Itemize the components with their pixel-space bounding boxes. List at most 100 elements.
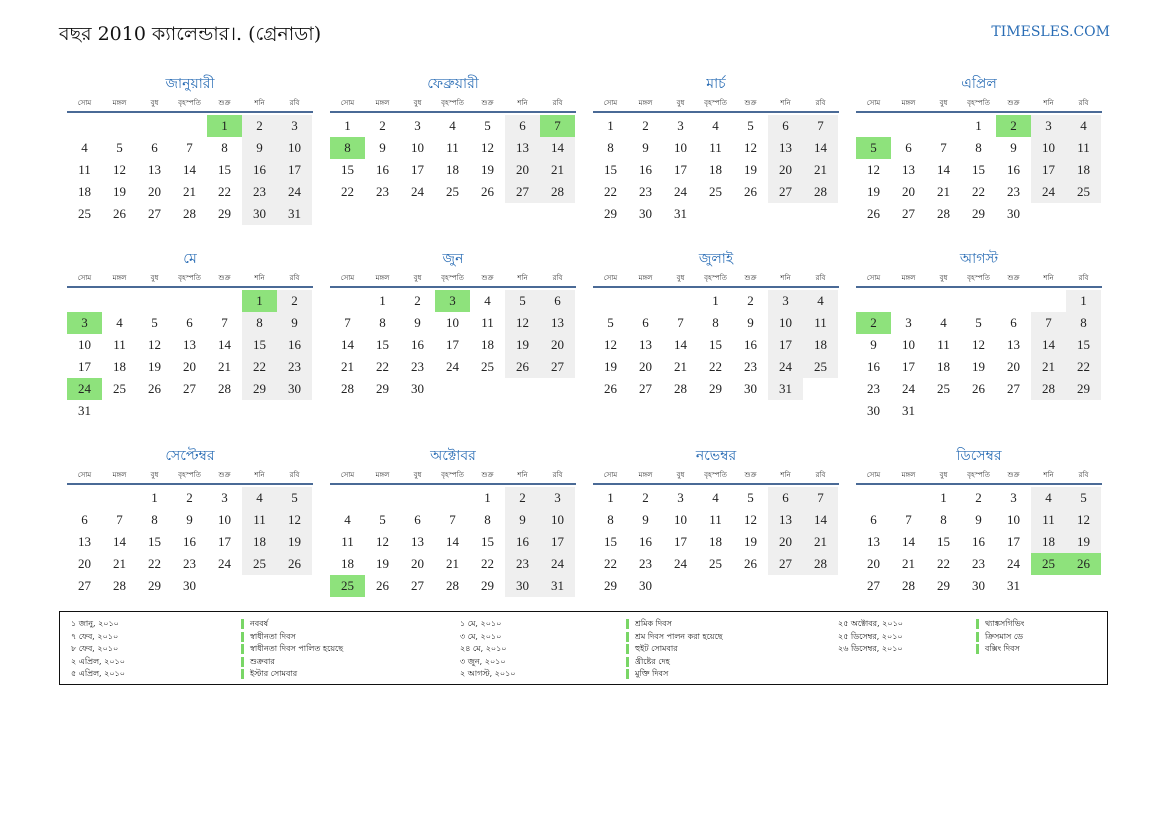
month-name: অক্টোবর: [430, 448, 476, 464]
day-cell: 31: [902, 403, 915, 418]
day-cell: 8: [1066, 312, 1101, 334]
weekday-label: বৃহস্পতি: [704, 471, 727, 479]
holiday-marker: [626, 669, 629, 679]
holiday-name: শুক্রবার: [250, 656, 275, 666]
weekday-label: শুক্র: [1007, 471, 1020, 479]
weekday-label: মঙ্গল: [112, 471, 127, 479]
day-cell: 31: [540, 575, 575, 597]
day-cell: 27: [1007, 381, 1020, 396]
day-cell: 6: [905, 140, 912, 155]
day-cell: 24: [218, 556, 231, 571]
weekday-label: মঙ্গল: [901, 99, 916, 107]
day-cell: 5: [116, 140, 123, 155]
day-cell: 26: [148, 381, 161, 396]
day-cell: 16: [242, 159, 277, 181]
day-cell: 14: [341, 337, 354, 352]
weekday-label: রবি: [552, 274, 563, 282]
day-cell: 29: [376, 381, 389, 396]
day-cell: 24: [540, 553, 575, 575]
month-name: সেপ্টেম্বর: [165, 448, 215, 464]
day-cell: 25: [937, 381, 950, 396]
holiday-marker: [626, 619, 629, 629]
day-cell: 21: [803, 159, 838, 181]
day-cell: 28: [341, 381, 354, 396]
holiday-name: মুক্তি দিবস: [635, 669, 669, 678]
day-cell: 24: [1007, 556, 1020, 571]
day-cell: 26: [744, 556, 757, 571]
day-cell: 17: [277, 159, 312, 181]
weekday-label: শনি: [780, 471, 791, 479]
page-title: বছর 2010 ক্যালেন্ডার।. (গ্রেনাডা): [59, 23, 322, 45]
day-cell: 7: [1031, 312, 1066, 334]
day-cell: 14: [1031, 334, 1066, 356]
empty-cell: [891, 115, 926, 137]
day-cell: 5: [747, 118, 754, 133]
holiday-name: ক্রিসমাস ডে: [985, 631, 1023, 641]
weekday-label: মঙ্গল: [375, 274, 390, 282]
day-cell: 18: [1031, 531, 1066, 553]
day-cell: 8: [151, 512, 158, 527]
day-cell: 22: [242, 356, 277, 378]
day-cell: 11: [242, 509, 277, 531]
weekday-header: সোম মঙ্গল বুধ বৃহস্পতি শুক্র শনি রবি: [67, 270, 313, 288]
empty-cell: [67, 290, 102, 312]
day-cell: 19: [867, 184, 880, 199]
site-link[interactable]: TIMESLES.COM: [991, 24, 1110, 40]
day-cell: 14: [446, 534, 459, 549]
weekday-label: বৃহস্পতি: [704, 274, 727, 282]
day-cell: 16: [505, 531, 540, 553]
day-cell: 12: [604, 337, 617, 352]
month-calendar: আগস্ট সোম মঙ্গল বুধ বৃহস্পতি শুক্র শনি রবি 1 2 3 4 5…: [856, 248, 1102, 445]
month-name: এপ্রিল: [961, 76, 997, 92]
day-cell: 16: [867, 359, 880, 374]
day-cell: 15: [148, 534, 161, 549]
day-cell: 20: [768, 531, 803, 553]
day-cell: 3: [1010, 490, 1017, 505]
day-cell: 30: [867, 403, 880, 418]
weekday-label: রবি: [289, 99, 300, 107]
day-cell: 30: [1007, 206, 1020, 221]
month-calendar: নভেম্বর সোম মঙ্গল বুধ বৃহস্পতি শুক্র শনি রবি 1 2 3…: [593, 445, 839, 605]
month-name: মে: [183, 251, 197, 267]
month-name: মার্চ: [706, 76, 726, 92]
empty-cell: [891, 487, 926, 509]
weekday-label: শনি: [254, 99, 265, 107]
weekday-label: সোম: [866, 274, 881, 282]
day-cell: 22: [937, 556, 950, 571]
day-cell: 20: [505, 159, 540, 181]
day-cell: 6: [540, 290, 575, 312]
day-cell: 17: [218, 534, 231, 549]
day-cell: 25: [803, 356, 838, 378]
holiday-date: ২৬ ডিসেম্বর, ২০১০: [838, 644, 903, 653]
day-cell: 19: [744, 534, 757, 549]
days-grid: 1 2 3 4 5 6 7 8 9 10 11 12 13 14 15 16 17 18 19 20 21 22 23 24 2…: [593, 290, 839, 400]
day-cell: 10: [411, 140, 424, 155]
empty-cell: [856, 115, 891, 137]
day-cell: 9: [242, 137, 277, 159]
weekday-label: মঙ্গল: [112, 99, 127, 107]
day-cell: 1: [151, 490, 158, 505]
empty-cell: [172, 290, 207, 312]
day-cell: 22: [376, 359, 389, 374]
month-calendar: জুন সোম মঙ্গল বুধ বৃহস্পতি শুক্র শনি রবি 1 2 3 4 5 6 7…: [330, 248, 576, 445]
day-cell: 14: [183, 162, 196, 177]
days-grid: 1 2 3 4 5 6 7 8 9 10 11 12 13 14 15 16 17 18 19 20 21 22 23 24 2…: [330, 115, 576, 203]
day-cell: 24: [411, 184, 424, 199]
day-cell: 7: [116, 512, 123, 527]
day-cell: 21: [183, 184, 196, 199]
holiday-name: স্বাধীনতা দিবস: [250, 631, 296, 641]
weekday-label: শুক্র: [481, 471, 494, 479]
day-cell: 18: [803, 334, 838, 356]
day-cell: 12: [867, 162, 880, 177]
weekday-label: মঙ্গল: [638, 274, 653, 282]
day-cell: 6: [768, 487, 803, 509]
day-cell: 2: [505, 487, 540, 509]
day-cell: 27: [183, 381, 196, 396]
day-cell: 6: [642, 315, 649, 330]
empty-cell: [365, 487, 400, 509]
holiday-name: থ্যাঙ্কসগিভিং: [985, 619, 1025, 628]
day-cell: 21: [341, 359, 354, 374]
holiday-day-cell: 5: [856, 137, 891, 159]
day-cell: 3: [414, 118, 421, 133]
day-cell: 9: [747, 315, 754, 330]
